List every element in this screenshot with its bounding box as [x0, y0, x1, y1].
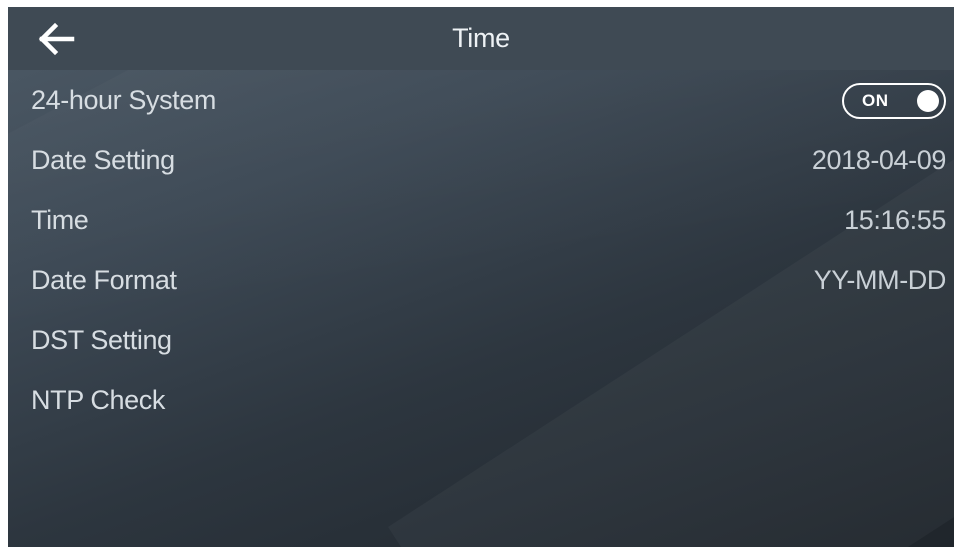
setting-label: Date Setting: [31, 145, 175, 175]
hour-system-toggle[interactable]: ON: [842, 83, 946, 119]
setting-label: DST Setting: [31, 325, 172, 355]
setting-label: NTP Check: [31, 385, 165, 415]
setting-value: 2018-04-09: [811, 145, 947, 175]
setting-row-24-hour-system[interactable]: 24-hour System ON: [8, 70, 954, 130]
setting-row-date-setting[interactable]: Date Setting 2018-04-09: [8, 130, 954, 190]
back-button[interactable]: [32, 17, 80, 61]
toggle-state-text: ON: [862, 91, 889, 110]
header-bar: Time: [8, 7, 954, 70]
setting-row-date-format[interactable]: Date Format YY-MM-DD: [8, 250, 954, 310]
setting-value: 15:16:55: [844, 205, 946, 235]
back-arrow-icon: [38, 22, 75, 56]
setting-row-ntp-check[interactable]: NTP Check: [8, 370, 954, 430]
setting-value: YY-MM-DD: [813, 265, 947, 295]
setting-label: Time: [31, 205, 89, 235]
toggle-knob: [917, 90, 939, 112]
setting-label: Date Format: [31, 265, 177, 295]
settings-list: 24-hour System ON Date Setting 2018-04-0…: [8, 70, 954, 430]
setting-row-time[interactable]: Time 15:16:55: [8, 190, 954, 250]
page-title: Time: [452, 23, 510, 53]
time-settings-screen: Time 24-hour System ON Date Setting 2018…: [8, 7, 954, 547]
setting-label: 24-hour System: [31, 85, 216, 115]
setting-row-dst-setting[interactable]: DST Setting: [8, 310, 954, 370]
